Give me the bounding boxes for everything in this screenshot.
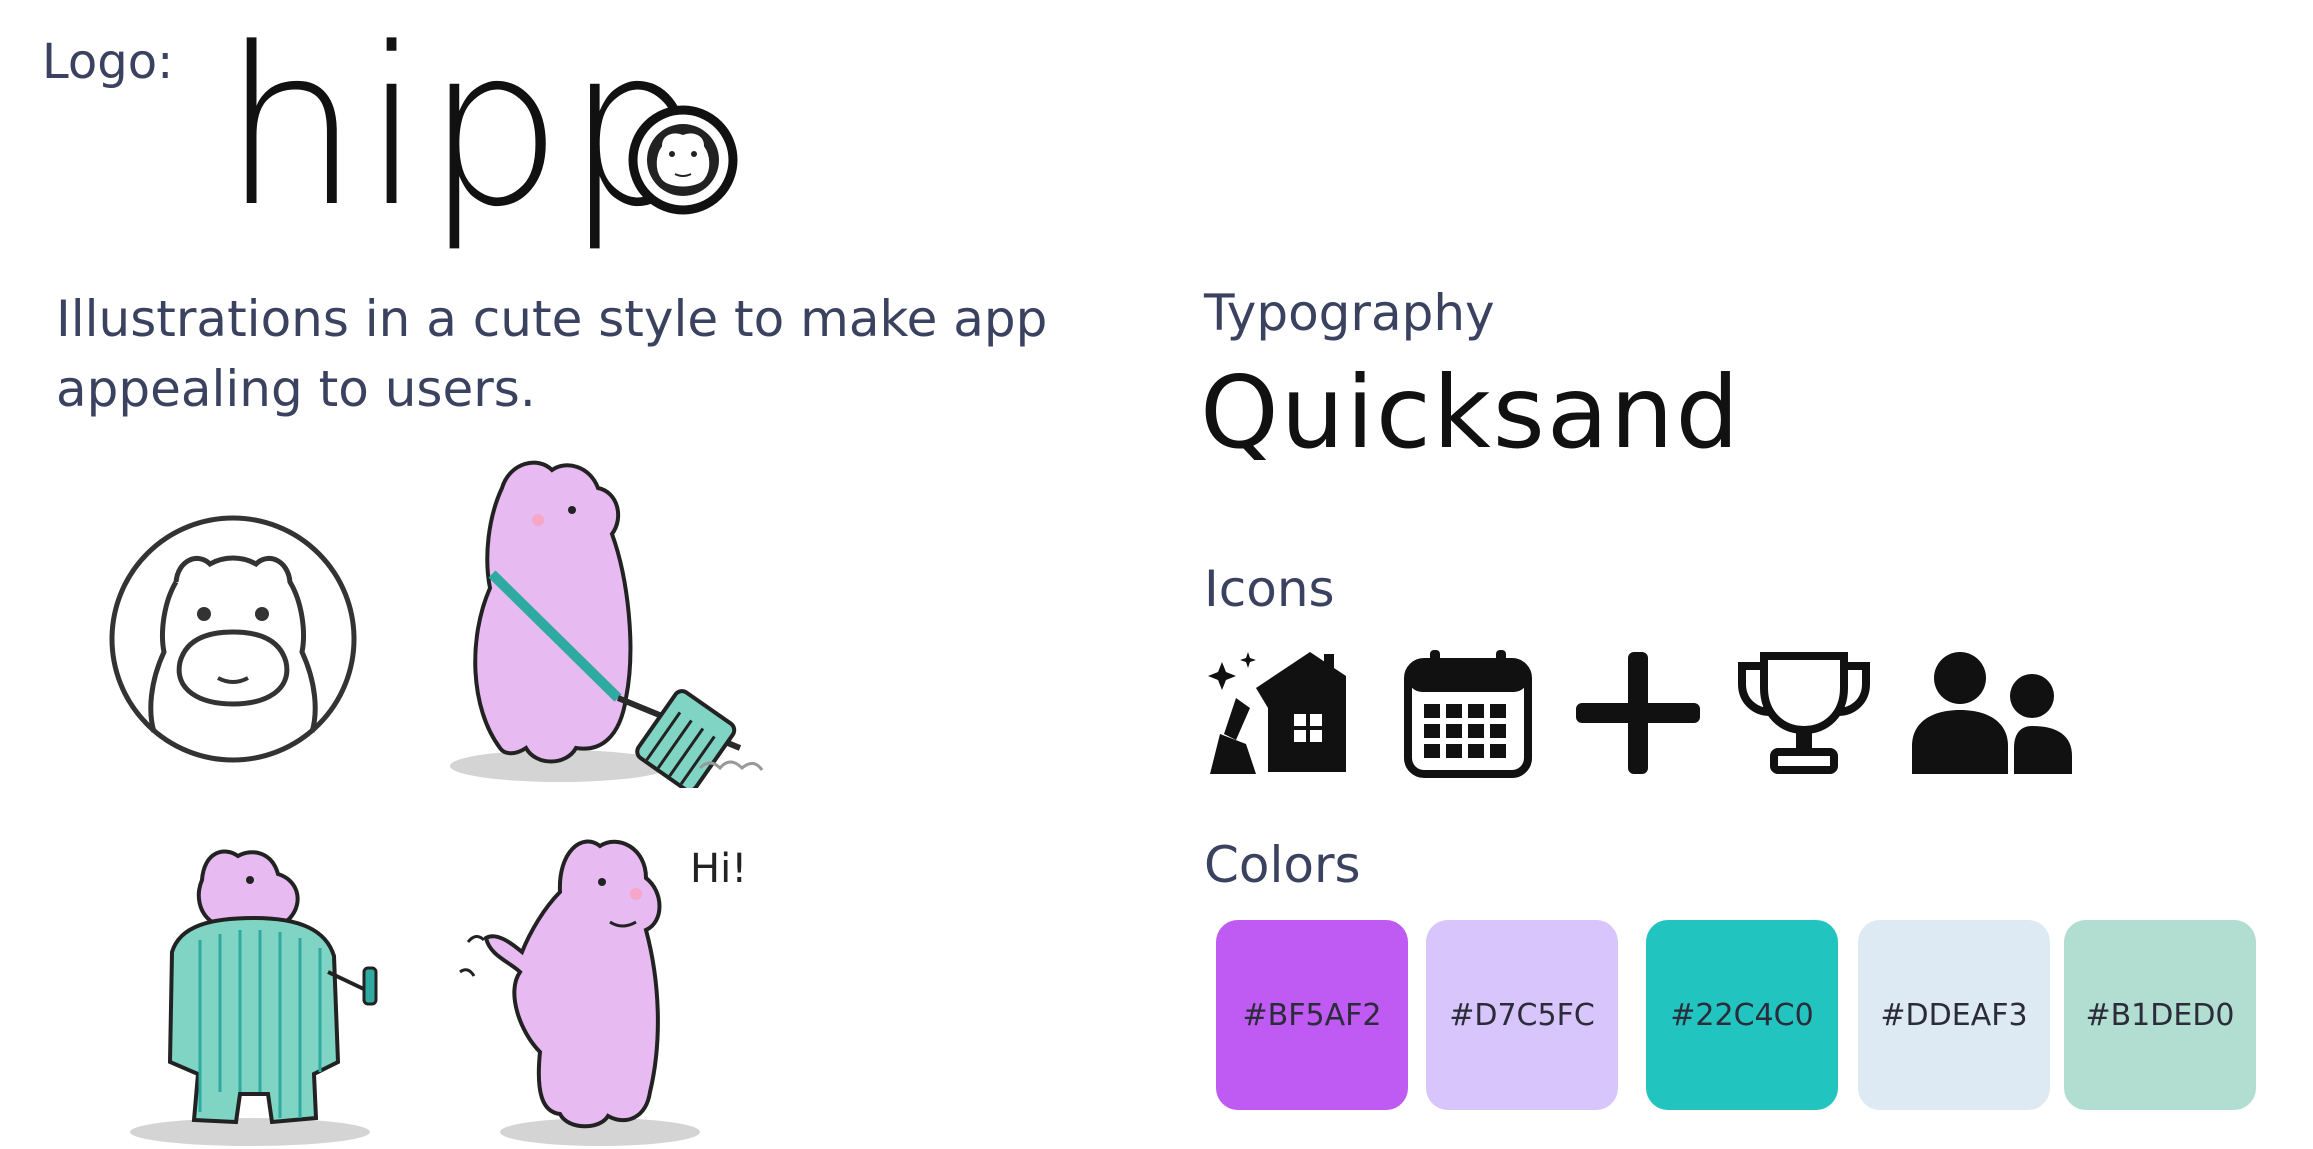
color-swatch: #DDEAF3 [1858,920,2050,1110]
trophy-icon [1734,648,1874,778]
color-swatch-label: #DDEAF3 [1880,997,2028,1033]
color-swatch: #D7C5FC [1426,920,1618,1110]
color-swatch-label: #BF5AF2 [1242,997,1382,1033]
color-swatch-label: #22C4C0 [1670,997,1814,1033]
cleaning-house-icon [1206,648,1346,778]
typography-label: Typography [1204,284,1495,342]
color-swatch: #BF5AF2 [1216,920,1408,1110]
color-swatch: #22C4C0 [1646,920,1838,1110]
hippo-face-logo-icon [628,105,738,215]
plus-icon [1568,648,1708,778]
color-swatch-label: #D7C5FC [1449,997,1595,1033]
hippo-logo: hipp [222,20,742,260]
icons-label: Icons [1204,560,1335,618]
color-swatch-label: #B1DED0 [2085,997,2235,1033]
illustrations-description: Illustrations in a cute style to make ap… [56,290,1048,418]
logo-label: Logo: [42,34,174,90]
colors-label: Colors [1204,836,1361,894]
hippo-sweeping-illustration [450,460,764,788]
brand-board: Logo: hipp Illustrations in a cute style… [0,0,2313,1149]
hi-text: Hi! [690,846,747,892]
typography-sample: Quicksand [1200,354,1741,471]
color-swatch: #B1DED0 [2064,920,2256,1110]
hippo-face-illustration [109,515,357,763]
calendar-icon [1398,648,1538,778]
hippo-waving-illustration: Hi! [459,839,747,1146]
users-icon [1908,648,2078,778]
hippo-pajamas-illustration [130,849,378,1146]
icons-row [1206,648,2106,778]
